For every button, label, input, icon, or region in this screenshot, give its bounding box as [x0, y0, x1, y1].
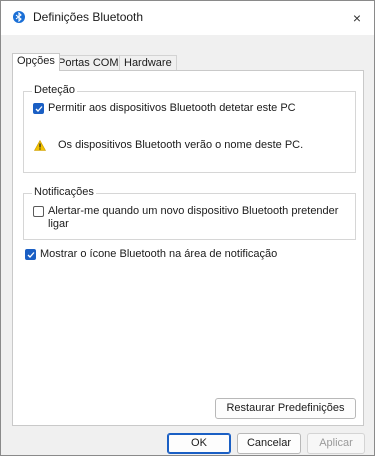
close-button[interactable]: × — [340, 1, 374, 35]
allow-discovery-label[interactable]: Permitir aos dispositivos Bluetooth dete… — [48, 102, 296, 115]
show-icon-checkbox[interactable] — [25, 249, 36, 260]
tab-com-ports[interactable]: Portas COM — [53, 55, 124, 70]
show-icon-label[interactable]: Mostrar o ícone Bluetooth na área de not… — [40, 248, 277, 261]
window-title: Definições Bluetooth — [33, 10, 144, 24]
alert-new-device-label-line2[interactable]: ligar — [48, 218, 69, 231]
apply-button: Aplicar — [307, 433, 365, 454]
tab-strip: Opções Portas COM Hardware — [12, 53, 363, 71]
alert-new-device-checkbox[interactable] — [33, 206, 44, 217]
notifications-group: Notificações Alertar-me quando um novo d… — [23, 186, 356, 240]
allow-discovery-checkbox[interactable] — [33, 103, 44, 114]
cancel-button[interactable]: Cancelar — [237, 433, 301, 454]
detection-group-label: Deteção — [32, 84, 77, 96]
tab-hardware[interactable]: Hardware — [119, 55, 177, 70]
warning-icon — [33, 139, 47, 154]
notifications-group-label: Notificações — [32, 186, 96, 198]
bluetooth-settings-dialog: Definições Bluetooth × Opções Portas COM… — [0, 0, 375, 456]
title-bar: Definições Bluetooth × — [1, 1, 374, 35]
restore-defaults-button[interactable]: Restaurar Predefinições — [215, 398, 356, 419]
ok-button[interactable]: OK — [167, 433, 231, 454]
alert-new-device-label-line1[interactable]: Alertar-me quando um novo dispositivo Bl… — [48, 205, 338, 218]
options-panel: Deteção Permitir aos dispositivos Blueto… — [12, 70, 364, 426]
detection-group: Deteção Permitir aos dispositivos Blueto… — [23, 84, 356, 173]
warning-text: Os dispositivos Bluetooth verão o nome d… — [58, 139, 304, 151]
tab-options[interactable]: Opções — [12, 53, 60, 71]
bluetooth-icon — [13, 11, 25, 23]
